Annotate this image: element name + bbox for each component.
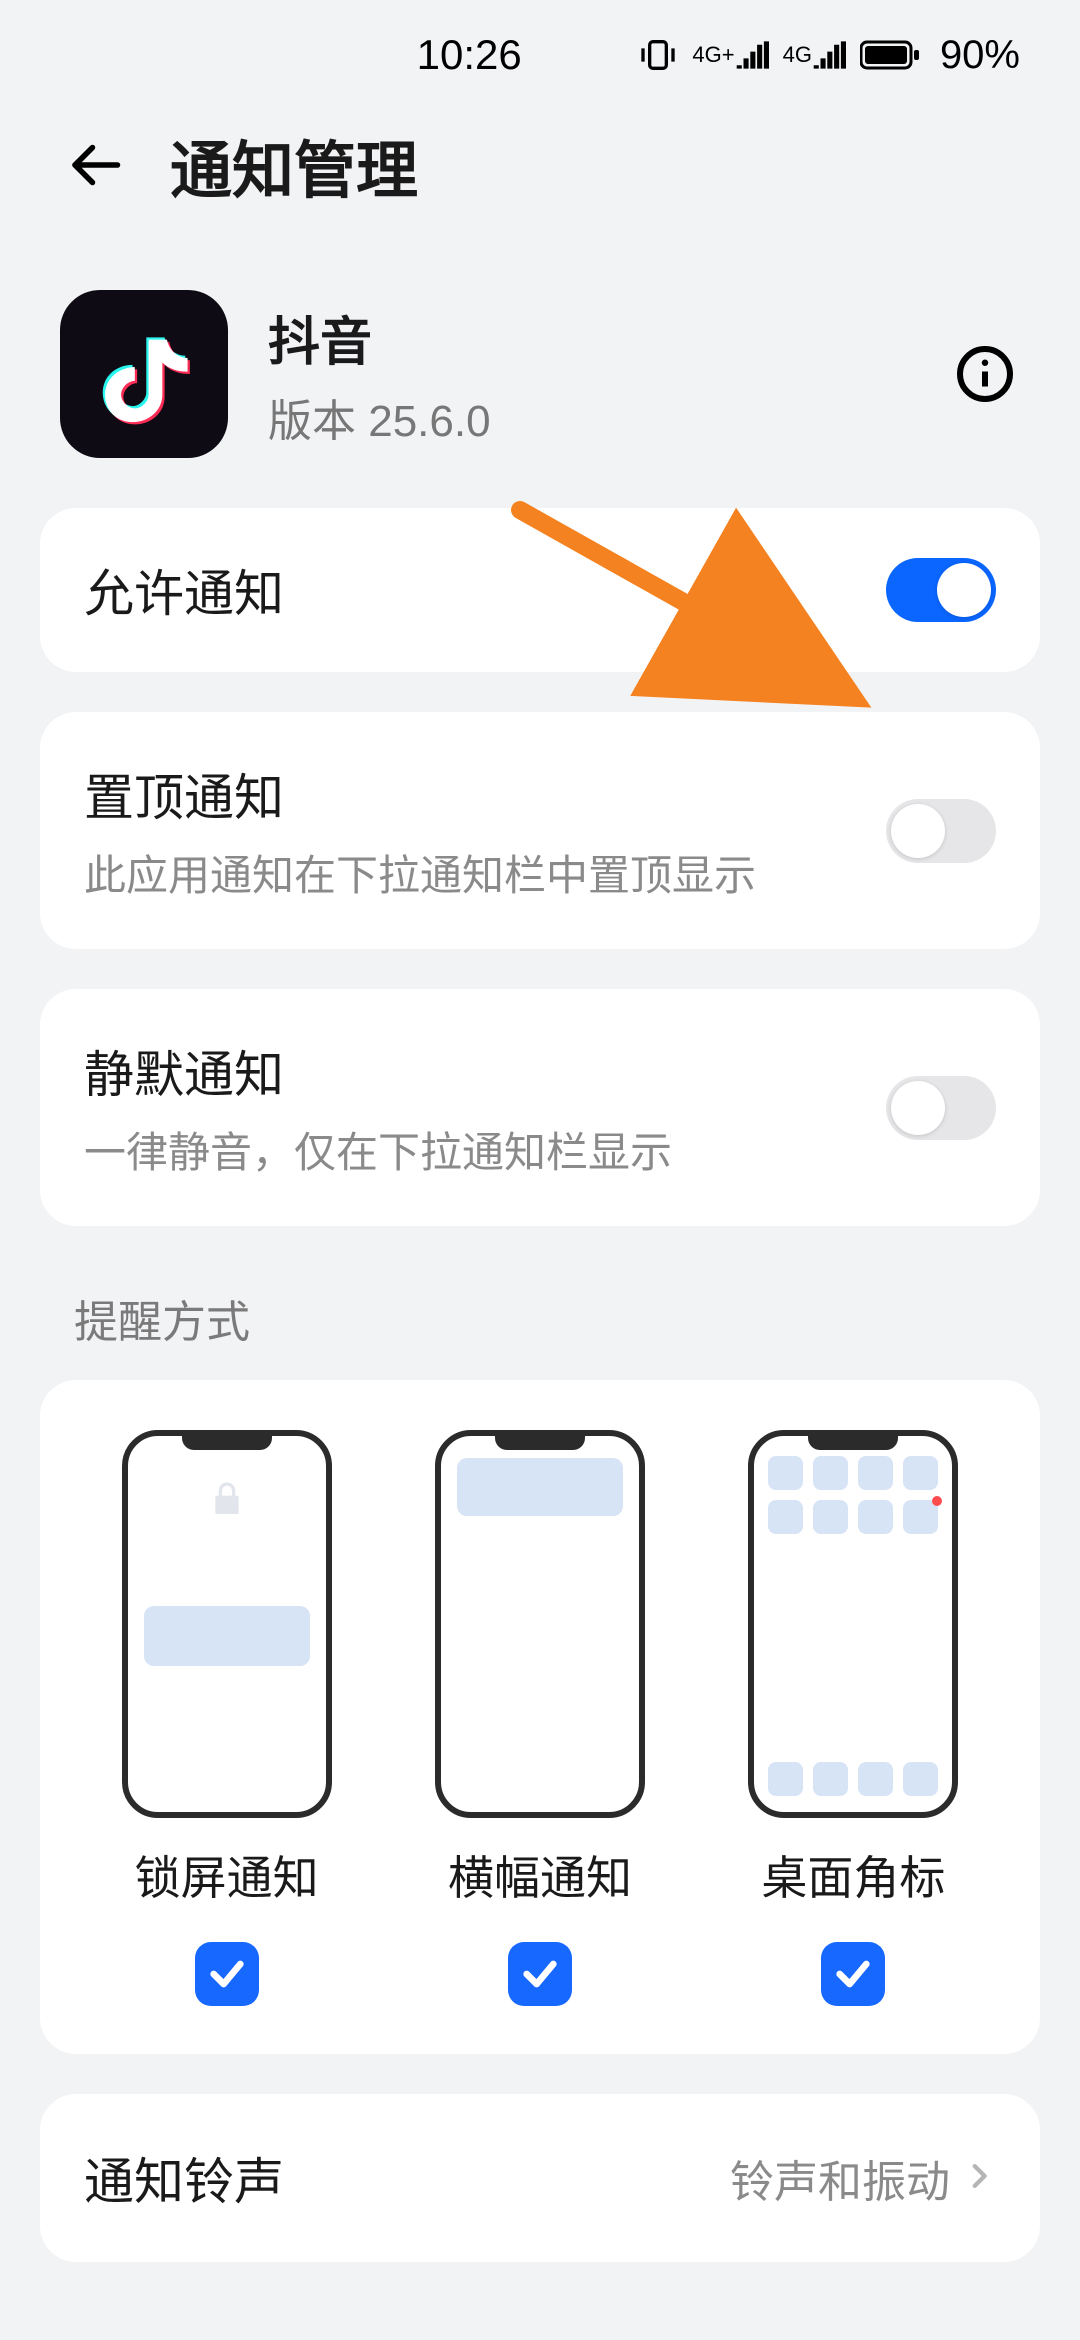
badge-checkbox[interactable] bbox=[821, 1942, 885, 2006]
status-time: 10:26 bbox=[60, 31, 638, 79]
signal-2-icon: 4G bbox=[783, 41, 846, 69]
page-header: 通知管理 bbox=[0, 110, 1080, 250]
pinned-notifications-row[interactable]: 置顶通知 此应用通知在下拉通知栏中置顶显示 bbox=[40, 712, 1040, 949]
battery-percent: 90% bbox=[940, 33, 1020, 78]
allow-notifications-card: 允许通知 bbox=[40, 508, 1040, 672]
ringtone-value: 铃声和振动 bbox=[730, 2146, 950, 2210]
lockscreen-checkbox[interactable] bbox=[195, 1942, 259, 2006]
banner-checkbox[interactable] bbox=[508, 1942, 572, 2006]
battery-icon bbox=[860, 39, 920, 71]
reminder-section-header: 提醒方式 bbox=[0, 1266, 1080, 1380]
allow-notifications-toggle[interactable] bbox=[886, 558, 996, 622]
lockscreen-label: 锁屏通知 bbox=[135, 1842, 319, 1908]
style-option-banner[interactable]: 横幅通知 bbox=[385, 1430, 695, 2006]
silent-title: 静默通知 bbox=[84, 1035, 886, 1107]
reminder-styles-card: 锁屏通知 横幅通知 bbox=[40, 1380, 1040, 2054]
badge-label: 桌面角标 bbox=[761, 1842, 945, 1908]
style-option-lockscreen[interactable]: 锁屏通知 bbox=[72, 1430, 382, 2006]
pinned-toggle[interactable] bbox=[886, 799, 996, 863]
silent-toggle[interactable] bbox=[886, 1076, 996, 1140]
lock-icon bbox=[207, 1476, 247, 1527]
status-bar: 10:26 4G+ 4G 90% bbox=[0, 0, 1080, 110]
douyin-app-icon bbox=[60, 290, 228, 458]
silent-notifications-row[interactable]: 静默通知 一律静音，仅在下拉通知栏显示 bbox=[40, 989, 1040, 1226]
badge-mock-icon bbox=[748, 1430, 958, 1818]
signal-1-icon: 4G+ bbox=[692, 41, 768, 69]
chevron-right-icon bbox=[962, 2159, 996, 2198]
back-button[interactable] bbox=[60, 130, 130, 200]
page-title: 通知管理 bbox=[170, 120, 418, 210]
allow-notifications-row[interactable]: 允许通知 bbox=[40, 508, 1040, 672]
silent-subtitle: 一律静音，仅在下拉通知栏显示 bbox=[84, 1119, 886, 1180]
lockscreen-mock-icon bbox=[122, 1430, 332, 1818]
allow-notifications-title: 允许通知 bbox=[84, 554, 886, 626]
ringtone-row[interactable]: 通知铃声 铃声和振动 bbox=[40, 2094, 1040, 2262]
app-name: 抖音 bbox=[268, 300, 910, 375]
banner-label: 横幅通知 bbox=[448, 1842, 632, 1908]
pinned-notifications-card: 置顶通知 此应用通知在下拉通知栏中置顶显示 bbox=[40, 712, 1040, 949]
ringtone-title: 通知铃声 bbox=[84, 2142, 730, 2214]
app-info-button[interactable] bbox=[950, 339, 1020, 409]
style-option-badge[interactable]: 桌面角标 bbox=[698, 1430, 1008, 2006]
pinned-title: 置顶通知 bbox=[84, 758, 886, 830]
status-indicators: 4G+ 4G 90% bbox=[638, 33, 1020, 78]
app-version: 版本 25.6.0 bbox=[268, 385, 910, 449]
pinned-subtitle: 此应用通知在下拉通知栏中置顶显示 bbox=[84, 842, 886, 903]
vibrate-icon bbox=[638, 35, 678, 75]
silent-notifications-card: 静默通知 一律静音，仅在下拉通知栏显示 bbox=[40, 989, 1040, 1226]
banner-mock-icon bbox=[435, 1430, 645, 1818]
app-info-row: 抖音 版本 25.6.0 bbox=[0, 250, 1080, 508]
